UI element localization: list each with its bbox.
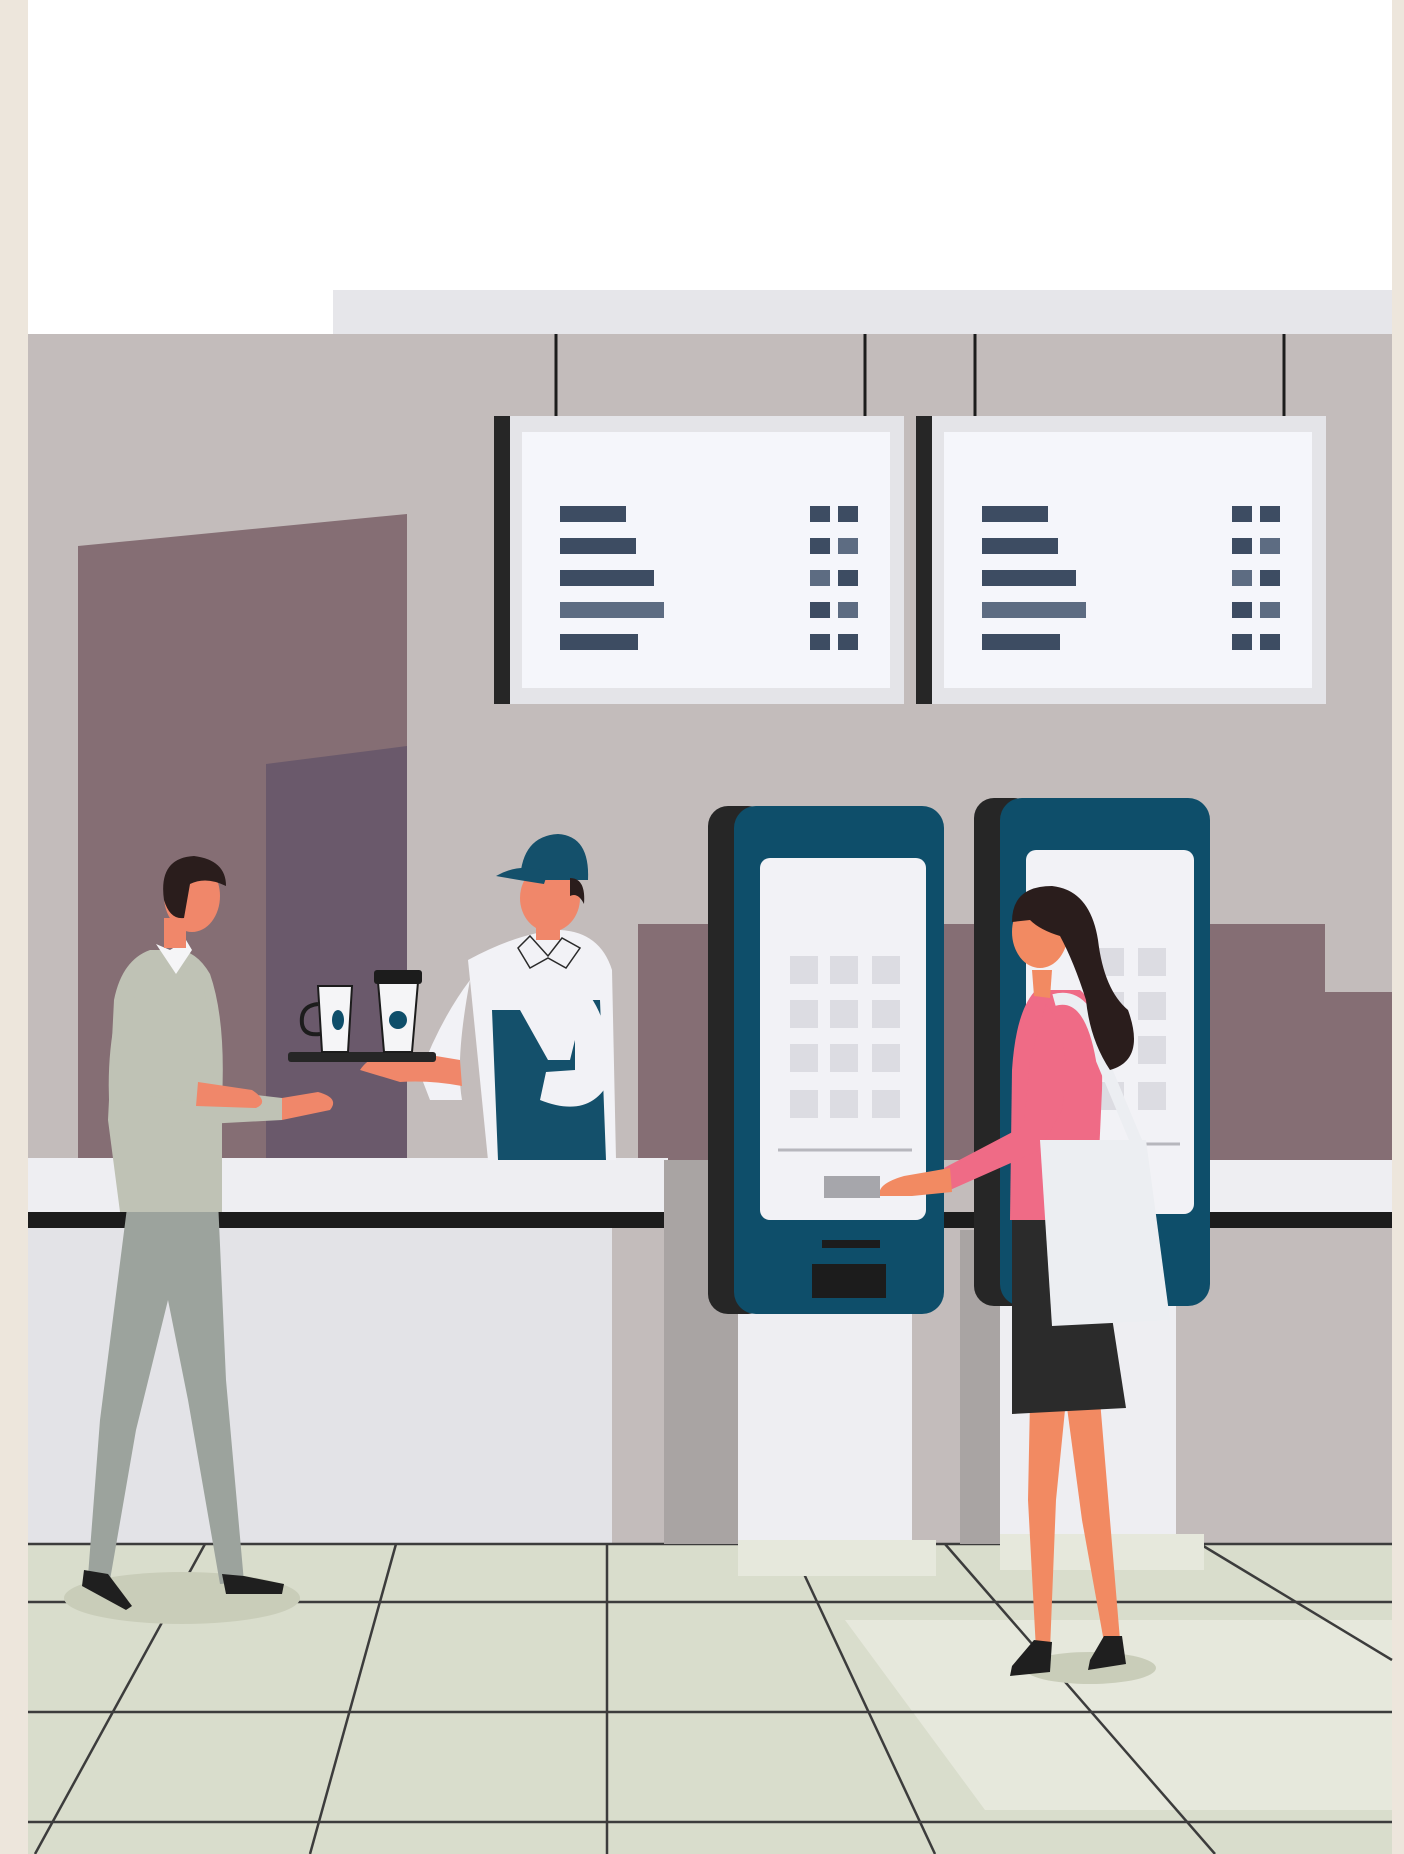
sky-background — [28, 0, 1392, 334]
mug-logo — [332, 1010, 344, 1030]
ceiling-strip — [333, 290, 1392, 334]
takeaway-cup-lid — [374, 970, 422, 984]
receipt-printer — [812, 1264, 886, 1298]
serving-tray — [288, 1052, 436, 1062]
kiosk-stand — [738, 1310, 912, 1558]
menu-board-2 — [916, 416, 1326, 704]
woman-neck — [1032, 970, 1052, 998]
cup-logo — [389, 1011, 407, 1029]
scene-canvas — [0, 0, 1404, 1854]
payment-card — [824, 1176, 880, 1198]
kiosk-cafe-illustration — [0, 0, 1404, 1854]
menu-board-1 — [494, 416, 904, 704]
card-slot — [822, 1240, 880, 1248]
kiosk-touchscreen — [760, 858, 926, 1220]
